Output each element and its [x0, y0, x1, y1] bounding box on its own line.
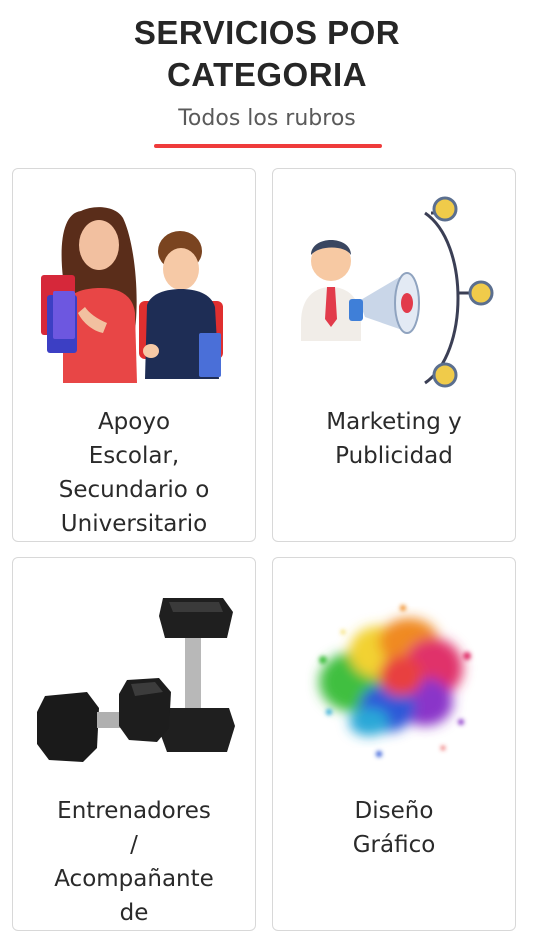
category-card-diseno-grafico[interactable]: Diseño Gráfico — [272, 557, 516, 931]
category-card-entrenadores[interactable]: Entrenadores / Acompañante de — [12, 557, 256, 931]
students-illustration — [41, 207, 223, 383]
color-powder-burst — [319, 605, 471, 757]
category-card-apoyo-escolar[interactable]: Apoyo Escolar, Secundario o Universitari… — [12, 168, 256, 542]
dumbbells-illustration — [37, 598, 235, 762]
category-label: Entrenadores / Acompañante de — [54, 798, 214, 926]
category-label: Apoyo Escolar, Secundario o Universitari… — [58, 409, 210, 537]
title-underline — [154, 144, 382, 148]
subtitle: Todos los rubros — [178, 106, 356, 131]
category-label: Diseño Gráfico — [352, 798, 436, 858]
title-line-1: SERVICIOS POR — [133, 14, 401, 51]
category-label: Marketing y Publicidad — [326, 409, 462, 469]
page-title: SERVICIOS POR CATEGORIA — [0, 12, 534, 96]
megaphone-network-icon — [301, 196, 494, 388]
category-card-marketing[interactable]: Marketing y Publicidad — [272, 168, 516, 542]
title-line-2: CATEGORIA — [166, 56, 368, 93]
